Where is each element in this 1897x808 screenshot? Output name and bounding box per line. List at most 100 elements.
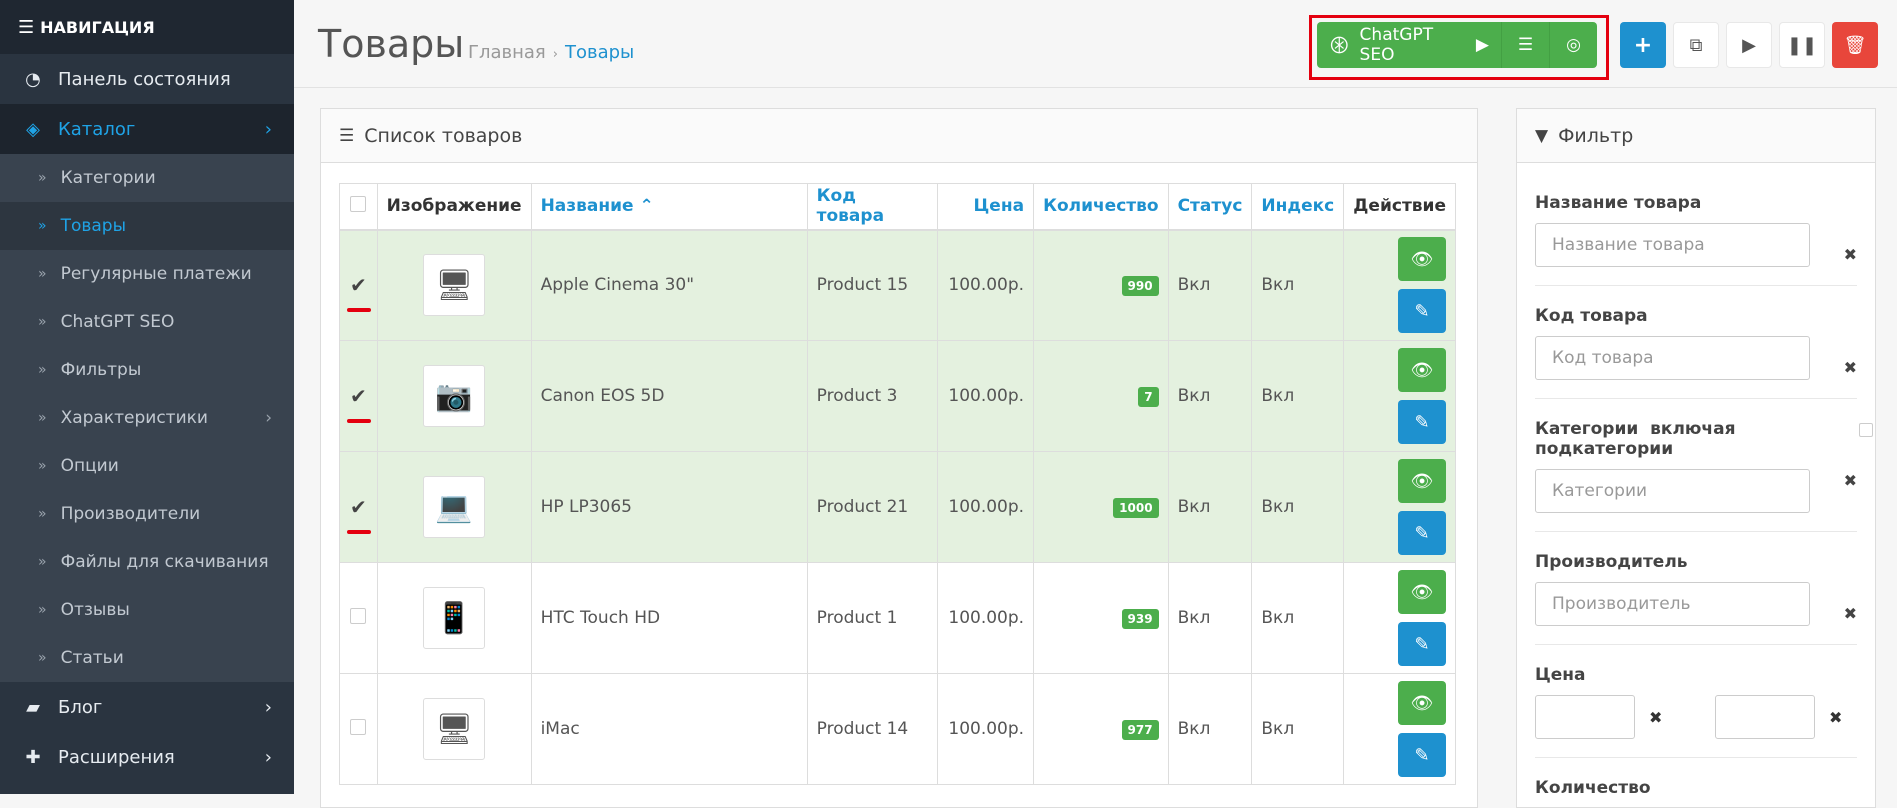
clear-icon[interactable]: ✖ [1649, 708, 1715, 727]
clear-icon[interactable]: ✖ [1844, 604, 1857, 623]
filter-name-group: Название товара Название товара ✖ [1517, 163, 1875, 267]
book-icon: ▰ [26, 696, 40, 718]
play-icon: ▶ [1742, 34, 1756, 56]
menu-dashboard[interactable]: ◔ Панель состояния [0, 54, 294, 104]
sub-attributes[interactable]: » Характеристики › [0, 394, 294, 442]
clear-icon[interactable]: ✖ [1844, 471, 1857, 490]
menu-catalog[interactable]: ◈ Каталог › [0, 104, 294, 154]
enable-button[interactable]: ▶ [1726, 22, 1772, 68]
add-button[interactable]: + [1620, 22, 1666, 68]
chevron-right-icon: › [264, 118, 272, 140]
menu-blog[interactable]: ▰ Блог › [0, 682, 294, 732]
col-price[interactable]: Цена [937, 183, 1035, 231]
price-to-input[interactable] [1715, 695, 1815, 739]
sub-downloads[interactable]: » Файлы для скачивания [0, 538, 294, 586]
filter-category-group: Категории включая подкатегории Категории… [1517, 399, 1875, 513]
menu-extensions[interactable]: ✚ Расширения › [0, 732, 294, 782]
edit-button[interactable]: ✎ [1398, 400, 1446, 444]
view-button[interactable]: 👁 [1398, 459, 1446, 503]
puzzle-icon: ✚ [25, 746, 41, 768]
filter-quantity-group: Количество [1517, 758, 1875, 798]
checkmark-icon[interactable]: ✔ [350, 384, 367, 408]
sub-reviews[interactable]: » Отзывы [0, 586, 294, 634]
select-all-checkbox[interactable] [350, 195, 367, 212]
sub-products[interactable]: » Товары [0, 202, 294, 250]
table-row: ✔ 📷 Canon EOS 5D Product 3 100.00р. 7 Вкл Вкл 👁 ✎ [339, 340, 1456, 452]
sliders-icon: ☰ [1517, 35, 1534, 55]
menu-label: Каталог [58, 118, 136, 140]
page-header: Товары Главная › Товары ChatGPT SEO ▶ ☰ ◎ … [294, 0, 1897, 88]
eye-icon: 👁 [1410, 470, 1434, 492]
subcategory-checkbox[interactable] [1859, 423, 1873, 437]
sub-label: ChatGPT SEO [60, 312, 175, 332]
quantity-cell: 7 [1033, 340, 1169, 452]
disable-button[interactable]: ❚❚ [1779, 22, 1825, 68]
copy-button[interactable]: ⧉ [1673, 22, 1719, 68]
clear-icon[interactable]: ✖ [1844, 358, 1857, 377]
breadcrumb-home[interactable]: Главная [468, 42, 546, 63]
edit-button[interactable]: ✎ [1398, 733, 1446, 777]
view-button[interactable]: 👁 [1398, 681, 1446, 725]
checkmark-icon[interactable]: ✔ [350, 273, 367, 297]
view-button[interactable]: 👁 [1398, 348, 1446, 392]
status-cell: Вкл [1167, 340, 1253, 452]
sub-manufacturers[interactable]: » Производители [0, 490, 294, 538]
delete-button[interactable]: 🗑 [1832, 22, 1878, 68]
angle-icon: » [38, 218, 47, 234]
filter-model-input[interactable]: Код товара [1535, 336, 1810, 380]
col-image: Изображение [376, 183, 532, 231]
index-cell: Вкл [1251, 562, 1345, 674]
row-checkbox[interactable] [350, 718, 367, 735]
angle-icon: » [38, 314, 47, 330]
sub-categories[interactable]: » Категории [0, 154, 294, 202]
table-row: 🖥 iMac Product 14 100.00р. 977 Вкл Вкл 👁 ✎ [339, 673, 1456, 785]
clear-icon[interactable]: ✖ [1829, 708, 1842, 727]
col-status[interactable]: Статус [1167, 183, 1253, 231]
edit-button[interactable]: ✎ [1398, 622, 1446, 666]
sub-articles[interactable]: » Статьи [0, 634, 294, 682]
red-underline [347, 308, 371, 312]
category-label: Категории [1535, 419, 1639, 439]
col-name[interactable]: Название ⌃ [530, 183, 808, 231]
col-model[interactable]: Код товара [806, 183, 939, 231]
eye-icon: 👁 [1410, 248, 1434, 270]
clear-icon[interactable]: ✖ [1844, 245, 1857, 264]
sub-recurring[interactable]: » Регулярные платежи [0, 250, 294, 298]
breadcrumb-current[interactable]: Товары [565, 42, 634, 63]
checkmark-icon[interactable]: ✔ [350, 495, 367, 519]
chatgpt-seo-button[interactable]: ChatGPT SEO ▶ [1317, 22, 1501, 68]
menu-icon: ☰ [18, 16, 35, 38]
view-button[interactable]: 👁 [1398, 570, 1446, 614]
filter-manufacturer-input[interactable]: Производитель [1535, 582, 1810, 626]
sidebar: ☰ НАВИГАЦИЯ ◔ Панель состояния ◈ Каталог › »… [0, 0, 294, 794]
product-thumbnail: 📱 [423, 587, 486, 649]
filter-model-label: Код товара [1535, 306, 1648, 326]
row-select-cell: ✔ [339, 451, 378, 563]
edit-button[interactable]: ✎ [1398, 511, 1446, 555]
filter-category-input[interactable]: Категории [1535, 469, 1810, 513]
col-index[interactable]: Индекс [1251, 183, 1345, 231]
sub-chatgpt-seo[interactable]: » ChatGPT SEO [0, 298, 294, 346]
col-quantity[interactable]: Количество [1033, 183, 1169, 231]
sub-options[interactable]: » Опции [0, 442, 294, 490]
sub-filters[interactable]: » Фильтры [0, 346, 294, 394]
row-checkbox[interactable] [350, 607, 367, 624]
edit-button[interactable]: ✎ [1398, 289, 1446, 334]
copy-icon: ⧉ [1689, 34, 1703, 56]
nav-header[interactable]: ☰ НАВИГАЦИЯ [0, 0, 294, 54]
filter-header: ▼ Фильтр [1517, 109, 1875, 163]
name-cell: Apple Cinema 30" [530, 229, 808, 341]
eye-icon: 👁 [1410, 359, 1434, 381]
filter-name-input[interactable]: Название товара [1535, 223, 1810, 267]
price-cell: 100.00р. [937, 673, 1035, 785]
price-from-input[interactable] [1535, 695, 1635, 739]
product-list-title: Список товаров [364, 124, 523, 147]
dashboard-icon: ◔ [25, 68, 41, 90]
action-cell: 👁 ✎ [1343, 340, 1456, 452]
view-button[interactable]: 👁 [1398, 237, 1446, 282]
angle-icon: » [38, 458, 47, 474]
seo-globe-button[interactable]: ◎ [1549, 22, 1597, 68]
product-thumbnail: 📷 [423, 365, 486, 427]
seo-settings-button[interactable]: ☰ [1501, 22, 1549, 68]
play-icon: ▶ [1475, 35, 1489, 55]
